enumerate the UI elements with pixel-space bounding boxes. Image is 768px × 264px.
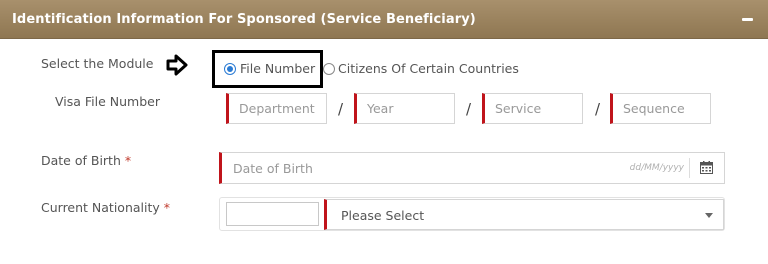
separator: / [595,100,601,118]
separator: / [338,100,344,118]
dob-input[interactable]: Date of Birth dd/MM/yyyy [219,152,725,184]
radio-file-number-label[interactable]: File Number [240,61,315,76]
arrow-right-icon [166,54,188,76]
nationality-code-box[interactable] [226,202,319,226]
dob-label: Date of Birth * [41,153,131,168]
dob-format-hint: dd/MM/yyyy [629,163,684,173]
nationality-label: Current Nationality * [41,200,170,215]
nationality-selected-value: Please Select [341,208,425,223]
calendar-icon[interactable] [700,161,713,174]
nationality-label-text: Current Nationality [41,200,160,215]
panel-header: Identification Information For Sponsored… [0,0,768,39]
dob-placeholder: Date of Birth [233,161,313,176]
caret-down-icon [705,213,713,218]
radio-file-number[interactable] [224,63,236,75]
sequence-placeholder: Sequence [623,101,685,116]
required-mark: * [163,200,171,215]
nationality-select[interactable]: Please Select [324,199,724,230]
minus-icon[interactable] [742,18,753,21]
required-mark: * [124,153,132,168]
department-placeholder: Department [239,101,315,116]
sequence-input[interactable]: Sequence [610,93,711,124]
service-placeholder: Service [495,101,542,116]
panel-title: Identification Information For Sponsored… [12,12,476,27]
year-input[interactable]: Year [354,93,455,124]
module-label: Select the Module [41,56,154,71]
visa-file-number-label: Visa File Number [55,94,160,109]
service-input[interactable]: Service [482,93,583,124]
separator: / [466,100,472,118]
divider [689,158,690,178]
dob-label-text: Date of Birth [41,153,121,168]
department-input[interactable]: Department [226,93,327,124]
radio-citizens-certain-countries[interactable] [323,63,335,75]
year-placeholder: Year [367,101,394,116]
radio-citizens-label[interactable]: Citizens Of Certain Countries [338,61,519,76]
